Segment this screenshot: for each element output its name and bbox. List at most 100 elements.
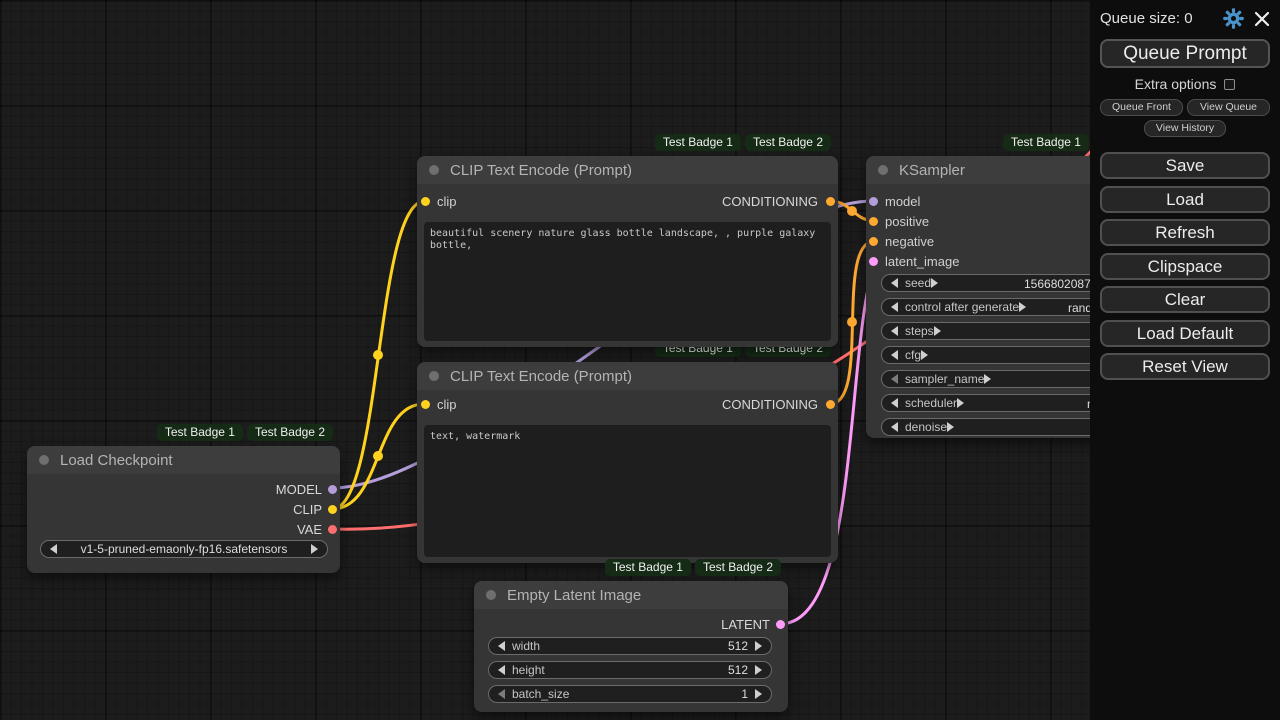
- input-slot-clip[interactable]: [421, 197, 430, 206]
- combo-right-arrow-icon[interactable]: [984, 374, 991, 384]
- output-label-model: MODEL: [276, 482, 322, 497]
- collapse-dot-icon[interactable]: [429, 371, 439, 381]
- close-icon[interactable]: [1254, 11, 1270, 27]
- decrement-arrow-icon[interactable]: [891, 350, 898, 360]
- load-button[interactable]: Load: [1100, 186, 1270, 213]
- decrement-arrow-icon[interactable]: [891, 278, 898, 288]
- decrement-arrow-icon[interactable]: [891, 326, 898, 336]
- combo-right-arrow-icon[interactable]: [1019, 302, 1026, 312]
- prompt-textarea[interactable]: text, watermark: [424, 425, 831, 557]
- node-title: CLIP Text Encode (Prompt): [450, 368, 632, 385]
- combo-right-arrow-icon[interactable]: [311, 544, 318, 554]
- widget-label: sampler_name: [905, 372, 984, 386]
- output-slot-conditioning[interactable]: [826, 400, 835, 409]
- view-history-button[interactable]: View History: [1144, 120, 1226, 137]
- increment-arrow-icon[interactable]: [755, 689, 762, 699]
- output-slot-conditioning[interactable]: [826, 197, 835, 206]
- decrement-arrow-icon[interactable]: [498, 665, 505, 675]
- extra-options-label: Extra options: [1135, 76, 1217, 92]
- node-clip-text-encode-negative[interactable]: Test Badge 1 Test Badge 2 CLIP Text Enco…: [417, 362, 838, 563]
- node-titlebar[interactable]: Load Checkpoint: [27, 446, 340, 474]
- input-slot-negative[interactable]: [869, 237, 878, 246]
- decrement-arrow-icon[interactable]: [498, 689, 505, 699]
- increment-arrow-icon[interactable]: [755, 665, 762, 675]
- refresh-button[interactable]: Refresh: [1100, 219, 1270, 246]
- combo-left-arrow-icon[interactable]: [891, 374, 898, 384]
- widget-label: steps: [905, 324, 934, 338]
- collapse-dot-icon[interactable]: [39, 455, 49, 465]
- load-default-button[interactable]: Load Default: [1100, 320, 1270, 347]
- width-number-widget[interactable]: width 512: [488, 637, 772, 655]
- height-number-widget[interactable]: height 512: [488, 661, 772, 679]
- combo-left-arrow-icon[interactable]: [50, 544, 57, 554]
- output-label-vae: VAE: [297, 522, 322, 537]
- widget-label: control after generate: [905, 300, 1019, 314]
- collapse-dot-icon[interactable]: [878, 165, 888, 175]
- wire-midpoint-dot[interactable]: [847, 317, 857, 327]
- prompt-textarea[interactable]: beautiful scenery nature glass bottle la…: [424, 222, 831, 341]
- increment-arrow-icon[interactable]: [921, 350, 928, 360]
- widget-label: cfg: [905, 348, 921, 362]
- batch-size-number-widget[interactable]: batch_size 1: [488, 685, 772, 703]
- output-slot-latent[interactable]: [776, 620, 785, 629]
- input-slot-latent-image[interactable]: [869, 257, 878, 266]
- input-label-latent-image: latent_image: [885, 254, 959, 269]
- node-titlebar[interactable]: CLIP Text Encode (Prompt): [417, 156, 838, 184]
- output-slot-vae[interactable]: [328, 525, 337, 534]
- input-label-clip: clip: [437, 397, 457, 412]
- combo-right-arrow-icon[interactable]: [957, 398, 964, 408]
- extra-options-checkbox[interactable]: [1224, 79, 1235, 90]
- save-button[interactable]: Save: [1100, 152, 1270, 179]
- node-title: CLIP Text Encode (Prompt): [450, 162, 632, 179]
- queue-prompt-button[interactable]: Queue Prompt: [1100, 39, 1270, 68]
- collapse-dot-icon[interactable]: [429, 165, 439, 175]
- input-slot-model[interactable]: [869, 197, 878, 206]
- collapse-dot-icon[interactable]: [486, 590, 496, 600]
- menu-panel: Queue size: 0: [1090, 0, 1280, 720]
- node-badge: Test Badge 2: [695, 559, 781, 576]
- widget-value: 1: [741, 687, 748, 701]
- increment-arrow-icon[interactable]: [947, 422, 954, 432]
- node-title: KSampler: [899, 162, 965, 179]
- input-label-model: model: [885, 194, 920, 209]
- output-label-latent: LATENT: [721, 617, 770, 632]
- clear-button[interactable]: Clear: [1100, 286, 1270, 313]
- increment-arrow-icon[interactable]: [755, 641, 762, 651]
- queue-size-label: Queue size: 0: [1100, 10, 1223, 27]
- output-slot-clip[interactable]: [328, 505, 337, 514]
- widget-label: denoise: [905, 420, 947, 434]
- decrement-arrow-icon[interactable]: [498, 641, 505, 651]
- wire-midpoint-dot[interactable]: [847, 206, 857, 216]
- node-clip-text-encode-positive[interactable]: Test Badge 1 Test Badge 2 CLIP Text Enco…: [417, 156, 838, 347]
- input-label-clip: clip: [437, 194, 457, 209]
- output-slot-model[interactable]: [328, 485, 337, 494]
- combo-left-arrow-icon[interactable]: [891, 398, 898, 408]
- reset-view-button[interactable]: Reset View: [1100, 353, 1270, 380]
- decrement-arrow-icon[interactable]: [891, 422, 898, 432]
- clipspace-button[interactable]: Clipspace: [1100, 253, 1270, 280]
- queue-front-button[interactable]: Queue Front: [1100, 99, 1183, 116]
- node-empty-latent-image[interactable]: Test Badge 1 Test Badge 2 Empty Latent I…: [474, 581, 788, 712]
- widget-label: seed: [905, 276, 931, 290]
- badge-row: Test Badge 1 Test Badge 2: [605, 559, 781, 576]
- widget-label: scheduler: [905, 396, 957, 410]
- node-canvas[interactable]: Test Badge 1 Test Badge 2 Load Checkpoin…: [0, 0, 1280, 720]
- increment-arrow-icon[interactable]: [934, 326, 941, 336]
- node-load-checkpoint[interactable]: Test Badge 1 Test Badge 2 Load Checkpoin…: [27, 446, 340, 573]
- input-slot-clip[interactable]: [421, 400, 430, 409]
- node-titlebar[interactable]: Empty Latent Image: [474, 581, 788, 609]
- widget-value: 1566802087: [1024, 277, 1091, 291]
- combo-left-arrow-icon[interactable]: [891, 302, 898, 312]
- widget-label: height: [512, 663, 545, 677]
- output-label-conditioning: CONDITIONING: [722, 194, 818, 209]
- node-titlebar[interactable]: CLIP Text Encode (Prompt): [417, 362, 838, 390]
- node-title: Load Checkpoint: [60, 452, 173, 469]
- input-slot-positive[interactable]: [869, 217, 878, 226]
- ckpt-name-combo[interactable]: v1-5-pruned-emaonly-fp16.safetensors: [40, 540, 328, 558]
- wire-midpoint-dot[interactable]: [373, 350, 383, 360]
- node-badge: Test Badge 1: [1003, 134, 1089, 151]
- settings-gear-icon[interactable]: [1223, 8, 1244, 29]
- view-queue-button[interactable]: View Queue: [1187, 99, 1270, 116]
- increment-arrow-icon[interactable]: [931, 278, 938, 288]
- wire-midpoint-dot[interactable]: [373, 451, 383, 461]
